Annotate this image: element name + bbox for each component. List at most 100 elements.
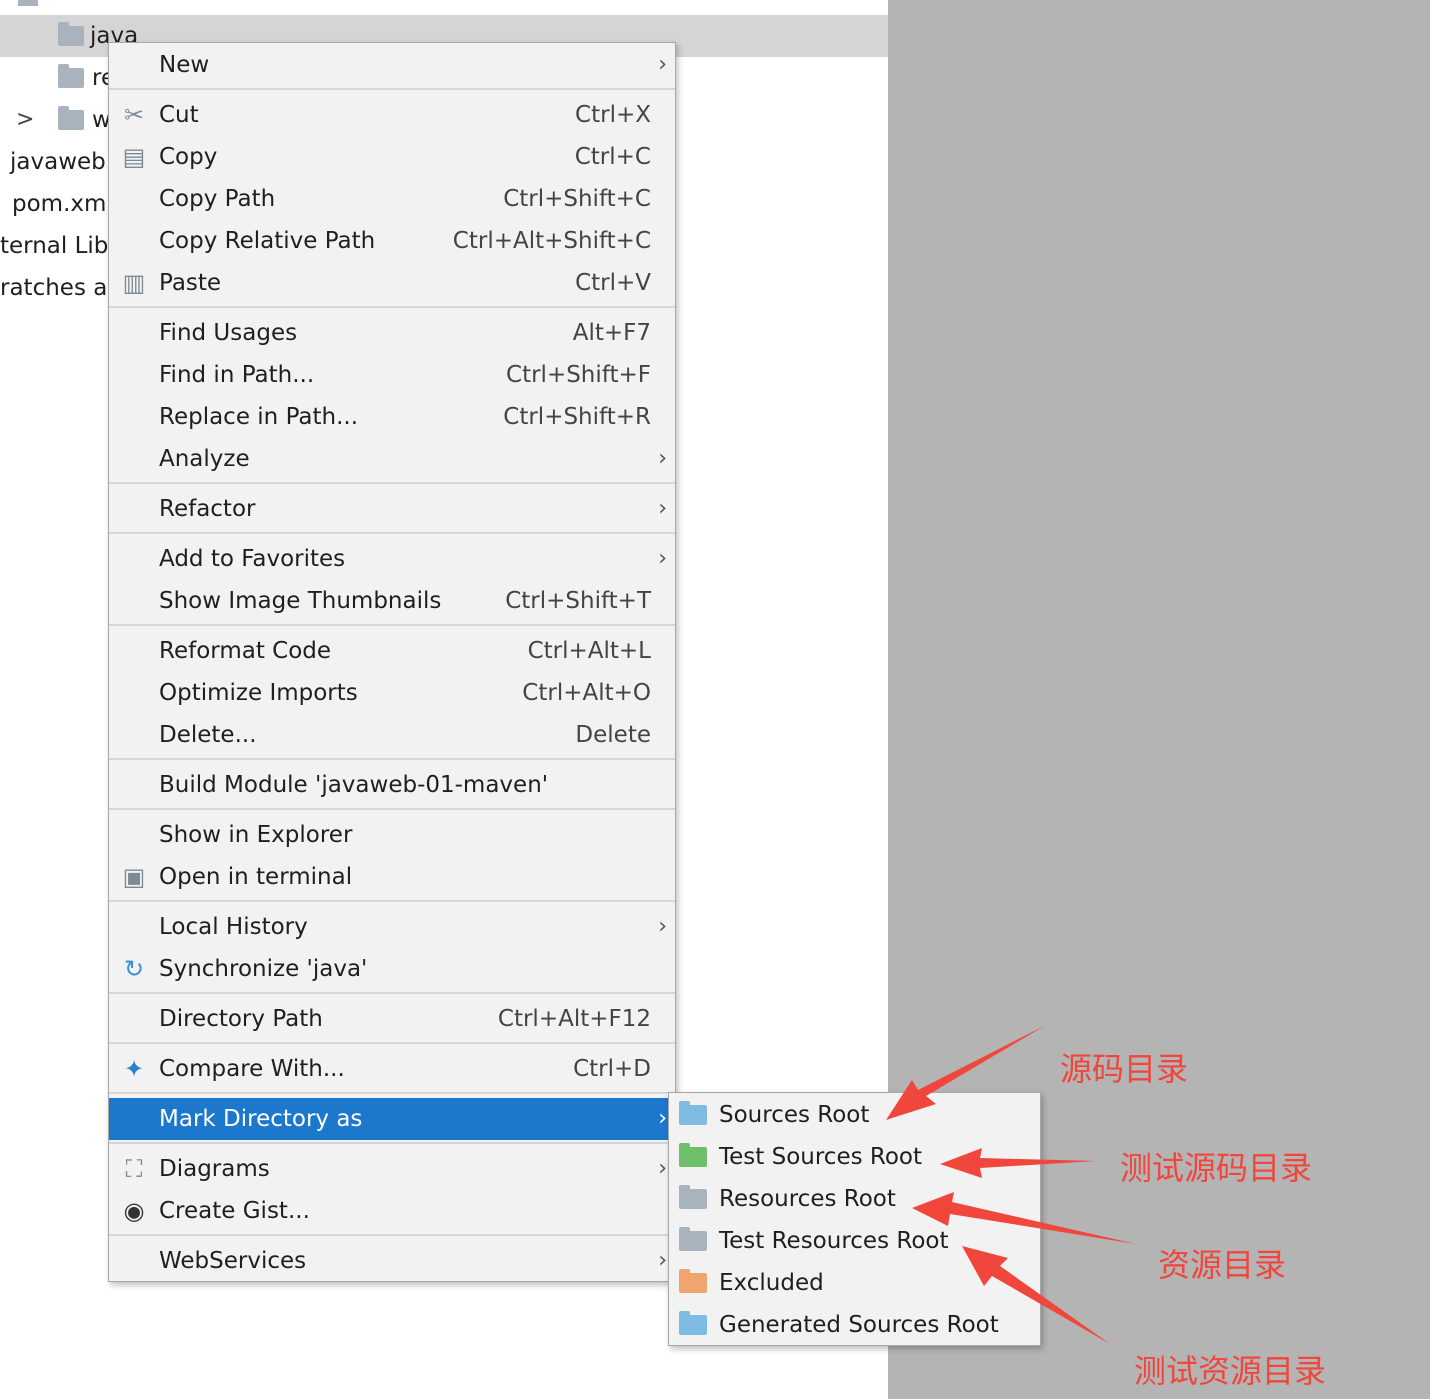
menu-item-synchronize[interactable]: ↻ Synchronize 'java'	[109, 948, 675, 990]
menu-item-label: Copy	[159, 144, 218, 170]
submenu-item-label: Generated Sources Root	[719, 1312, 999, 1338]
menu-item-optimize-imports[interactable]: Optimize Imports Ctrl+Alt+O	[109, 672, 675, 714]
menu-item-label: Show in Explorer	[159, 822, 353, 848]
menu-item-label: Create Gist...	[159, 1198, 310, 1224]
menu-item-delete[interactable]: Delete... Delete	[109, 714, 675, 756]
menu-item-label: Compare With...	[159, 1056, 345, 1082]
menu-item-show-in-explorer[interactable]: Show in Explorer	[109, 814, 675, 856]
menu-separator	[109, 624, 675, 626]
tree-partial-row	[18, 0, 38, 6]
mark-directory-submenu: Sources Root Test Sources Root Resources…	[668, 1092, 1041, 1346]
menu-separator	[109, 808, 675, 810]
menu-item-label: Copy Relative Path	[159, 228, 376, 254]
resources-folder-icon	[679, 1185, 707, 1209]
scissors-icon: ✂	[123, 101, 145, 129]
tree-row-label: ternal Lib	[0, 233, 109, 259]
submenu-item-test-resources-root[interactable]: Test Resources Root	[669, 1220, 1040, 1262]
web-folder-icon	[58, 106, 84, 130]
menu-item-label: Directory Path	[159, 1006, 323, 1032]
menu-item-build-module[interactable]: Build Module 'javaweb-01-maven'	[109, 764, 675, 806]
menu-separator	[109, 1142, 675, 1144]
chevron-right-icon[interactable]: >	[16, 99, 34, 141]
menu-item-local-history[interactable]: Local History ›	[109, 906, 675, 948]
submenu-item-sources-root[interactable]: Sources Root	[669, 1094, 1040, 1136]
menu-item-label: Paste	[159, 270, 222, 296]
menu-item-copy-path[interactable]: Copy Path Ctrl+Shift+C	[109, 178, 675, 220]
menu-separator	[109, 532, 675, 534]
menu-item-label: Replace in Path...	[159, 404, 359, 430]
menu-item-shortcut: Ctrl+V	[575, 270, 651, 296]
annotation-sources: 源码目录	[1060, 1050, 1189, 1088]
menu-separator	[109, 482, 675, 484]
menu-separator	[109, 1092, 675, 1094]
chevron-right-icon: ›	[658, 496, 667, 521]
menu-item-label: Find in Path...	[159, 362, 315, 388]
excluded-folder-icon	[679, 1269, 707, 1293]
menu-separator	[109, 1234, 675, 1236]
menu-item-find-in-path[interactable]: Find in Path... Ctrl+Shift+F	[109, 354, 675, 396]
submenu-item-test-sources-root[interactable]: Test Sources Root	[669, 1136, 1040, 1178]
menu-item-label: WebServices	[159, 1248, 307, 1274]
menu-item-label: Analyze	[159, 446, 250, 472]
menu-separator	[109, 758, 675, 760]
chevron-right-icon: ›	[658, 914, 667, 939]
sync-icon: ↻	[123, 955, 145, 983]
annotation-test-resources: 测试资源目录	[1134, 1352, 1327, 1390]
menu-item-refactor[interactable]: Refactor ›	[109, 488, 675, 530]
menu-item-shortcut: Ctrl+D	[573, 1056, 651, 1082]
menu-item-create-gist[interactable]: ◉ Create Gist...	[109, 1190, 675, 1232]
submenu-item-resources-root[interactable]: Resources Root	[669, 1178, 1040, 1220]
menu-item-label: Show Image Thumbnails	[159, 588, 442, 614]
menu-item-label: Diagrams	[159, 1156, 270, 1182]
menu-item-find-usages[interactable]: Find Usages Alt+F7	[109, 312, 675, 354]
submenu-item-label: Excluded	[719, 1270, 824, 1296]
menu-separator	[109, 306, 675, 308]
chevron-right-icon: ›	[658, 546, 667, 571]
menu-item-label: Refactor	[159, 496, 256, 522]
menu-item-copy-relative-path[interactable]: Copy Relative Path Ctrl+Alt+Shift+C	[109, 220, 675, 262]
chevron-right-icon: ›	[658, 446, 667, 471]
menu-item-label: Local History	[159, 914, 308, 940]
annotation-resources: 资源目录	[1158, 1246, 1287, 1284]
menu-separator	[109, 992, 675, 994]
test-resources-folder-icon	[679, 1227, 707, 1251]
submenu-item-label: Sources Root	[719, 1102, 870, 1128]
menu-item-show-image-thumbnails[interactable]: Show Image Thumbnails Ctrl+Shift+T	[109, 580, 675, 622]
copy-icon: ▤	[122, 143, 146, 171]
menu-separator	[109, 1042, 675, 1044]
menu-item-diagrams[interactable]: ⛶ Diagrams ›	[109, 1148, 675, 1190]
menu-item-compare-with[interactable]: ✦ Compare With... Ctrl+D	[109, 1048, 675, 1090]
terminal-icon: ▣	[122, 863, 146, 891]
menu-item-label: Mark Directory as	[159, 1106, 363, 1132]
annotation-test-sources: 测试源码目录	[1120, 1149, 1313, 1187]
menu-item-webservices[interactable]: WebServices ›	[109, 1240, 675, 1282]
menu-item-reformat-code[interactable]: Reformat Code Ctrl+Alt+L	[109, 630, 675, 672]
menu-item-replace-in-path[interactable]: Replace in Path... Ctrl+Shift+R	[109, 396, 675, 438]
menu-item-copy[interactable]: ▤ Copy Ctrl+C	[109, 136, 675, 178]
menu-item-label: Copy Path	[159, 186, 276, 212]
menu-item-shortcut: Ctrl+Alt+F12	[497, 1006, 651, 1032]
menu-item-shortcut: Ctrl+Shift+T	[505, 588, 651, 614]
tree-row-label: pom.xm	[12, 191, 107, 217]
paste-icon: ▥	[122, 269, 146, 297]
menu-item-label: Find Usages	[159, 320, 298, 346]
menu-item-add-to-favorites[interactable]: Add to Favorites ›	[109, 538, 675, 580]
github-icon: ◉	[123, 1197, 145, 1225]
menu-item-analyze[interactable]: Analyze ›	[109, 438, 675, 480]
menu-item-cut[interactable]: ✂ Cut Ctrl+X	[109, 94, 675, 136]
menu-item-label: Cut	[159, 102, 199, 128]
menu-item-paste[interactable]: ▥ Paste Ctrl+V	[109, 262, 675, 304]
menu-item-open-in-terminal[interactable]: ▣ Open in terminal	[109, 856, 675, 898]
menu-item-shortcut: Ctrl+X	[575, 102, 651, 128]
chevron-right-icon: ›	[658, 52, 667, 77]
menu-item-label: Add to Favorites	[159, 546, 346, 572]
tree-row-label: javaweb	[10, 149, 106, 175]
compare-icon: ✦	[123, 1055, 145, 1083]
submenu-item-excluded[interactable]: Excluded	[669, 1262, 1040, 1304]
submenu-item-generated-sources-root[interactable]: Generated Sources Root	[669, 1304, 1040, 1346]
menu-item-shortcut: Ctrl+Alt+L	[527, 638, 651, 664]
menu-item-directory-path[interactable]: Directory Path Ctrl+Alt+F12	[109, 998, 675, 1040]
menu-item-mark-directory-as[interactable]: Mark Directory as ›	[109, 1098, 675, 1140]
menu-item-new[interactable]: New ›	[109, 44, 675, 86]
folder-icon	[58, 64, 84, 88]
